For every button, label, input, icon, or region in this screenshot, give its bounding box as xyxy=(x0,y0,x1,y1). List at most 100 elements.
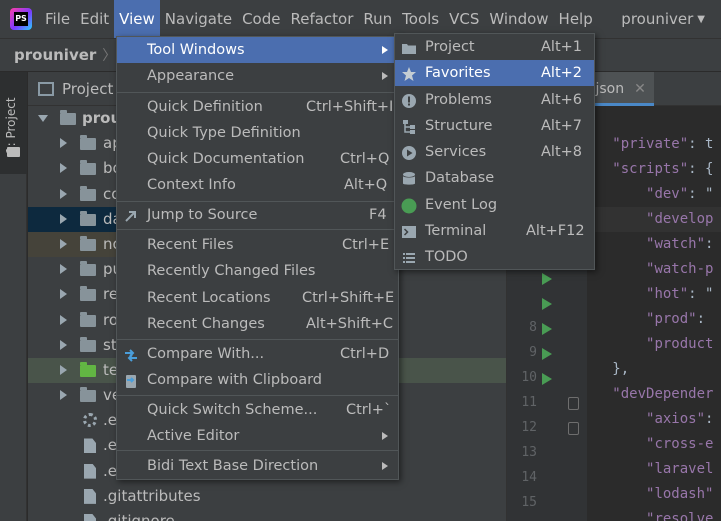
menu-item-label: Compare With... xyxy=(147,346,265,362)
menu-item-active-editor[interactable]: Active Editor xyxy=(117,423,398,449)
run-icon[interactable] xyxy=(542,373,552,385)
menu-item-structure[interactable]: Structure Alt+7 xyxy=(395,113,594,139)
project-tool-tab[interactable]: 1: Project xyxy=(0,72,27,174)
json-key: "private" xyxy=(612,136,689,152)
chevron-right-icon[interactable] xyxy=(60,264,67,275)
chevron-right-icon[interactable] xyxy=(60,213,67,224)
menu-item-terminal[interactable]: Terminal Alt+F12 xyxy=(395,218,594,244)
menu-item-compare-with[interactable]: Compare With... Ctrl+D xyxy=(117,341,398,367)
chevron-right-icon[interactable] xyxy=(60,163,67,174)
menu-item-shortcut: Alt+Shift+C xyxy=(306,316,394,332)
menu-item-todo[interactable]: TODO xyxy=(395,244,594,270)
menu-item-appearance[interactable]: Appearance xyxy=(117,63,398,89)
menu-item-jump-to-source[interactable]: Jump to Source F4 xyxy=(117,202,398,228)
menu-item-quick-switch-scheme[interactable]: Quick Switch Scheme... Ctrl+` xyxy=(117,397,398,423)
code-line: "watch": xyxy=(587,232,721,257)
settings-file-icon xyxy=(83,413,97,428)
chevron-right-icon[interactable] xyxy=(60,339,67,350)
chevron-right-icon[interactable] xyxy=(60,138,67,149)
chevron-right-icon[interactable] xyxy=(60,314,67,325)
folder-icon xyxy=(80,387,96,403)
menu-view[interactable]: View xyxy=(114,0,160,38)
run-icon[interactable] xyxy=(542,348,552,360)
menu-item-project[interactable]: Project Alt+1 xyxy=(395,34,594,60)
menu-item-event-log[interactable]: Event Log xyxy=(395,192,594,218)
menu-item-quick-definition[interactable]: Quick Definition Ctrl+Shift+I xyxy=(117,94,398,120)
logo-text: PS xyxy=(14,12,28,26)
menu-separator xyxy=(117,339,398,340)
menu-item-favorites[interactable]: Favorites Alt+2 xyxy=(395,60,594,86)
menu-item-bidi-text-base-direction[interactable]: Bidi Text Base Direction xyxy=(117,453,398,479)
menu-item-recent-files[interactable]: Recent Files Ctrl+E xyxy=(117,232,398,258)
line-number: 11 xyxy=(521,395,537,410)
menu-item-context-info[interactable]: Context Info Alt+Q xyxy=(117,172,398,198)
project-switcher[interactable]: prouniver ▼ xyxy=(621,10,721,28)
menu-item-label: Database xyxy=(425,170,495,186)
menu-item-recent-locations[interactable]: Recent Locations Ctrl+Shift+E xyxy=(117,285,398,311)
menu-separator xyxy=(117,395,398,396)
menu-item-label: Event Log xyxy=(425,197,498,213)
menu-item-label: Quick Switch Scheme... xyxy=(147,402,318,418)
json-rest: : xyxy=(696,311,706,327)
editor-tab-label: .json xyxy=(591,81,625,97)
menu-item-shortcut: Alt+8 xyxy=(541,144,583,160)
menu-item-label: Compare with Clipboard xyxy=(147,372,323,388)
menu-separator xyxy=(117,229,398,230)
menu-item-services[interactable]: Services Alt+8 xyxy=(395,139,594,165)
tree-row[interactable]: .gitignore xyxy=(28,509,506,521)
star-icon xyxy=(401,65,417,81)
menu-file[interactable]: File xyxy=(40,0,75,38)
menu-item-quick-documentation[interactable]: Quick Documentation Ctrl+Q xyxy=(117,146,398,172)
run-icon[interactable] xyxy=(542,273,552,285)
json-rest: : " xyxy=(688,186,714,202)
json-rest: : xyxy=(705,411,714,427)
menu-item-label: Quick Type Definition xyxy=(147,125,301,141)
fold-marker-icon[interactable] xyxy=(568,397,579,410)
tool-window-stripe: 1: Project xyxy=(0,72,27,521)
menu-item-tool-windows[interactable]: Tool Windows xyxy=(117,37,398,63)
folder-icon xyxy=(7,147,20,157)
menu-item-label: Recently Changed Files xyxy=(147,263,316,279)
menu-run[interactable]: Run xyxy=(358,0,397,38)
close-icon[interactable]: ✕ xyxy=(634,81,646,97)
tree-label: .e xyxy=(103,461,117,480)
code-line: "private": t xyxy=(587,132,721,157)
menu-refactor[interactable]: Refactor xyxy=(285,0,358,38)
line-number: 15 xyxy=(521,495,537,510)
json-key: "scripts" xyxy=(612,161,689,177)
menu-navigate[interactable]: Navigate xyxy=(160,0,237,38)
chevron-right-icon[interactable] xyxy=(60,238,67,249)
run-icon[interactable] xyxy=(542,298,552,310)
chevron-right-icon[interactable] xyxy=(60,188,67,199)
menu-item-database[interactable]: Database xyxy=(395,165,594,191)
breadcrumb-root[interactable]: prouniver xyxy=(0,46,96,64)
chevron-right-icon[interactable] xyxy=(60,289,67,300)
menu-item-recent-changes[interactable]: Recent Changes Alt+Shift+C xyxy=(117,311,398,337)
chevron-right-icon[interactable] xyxy=(60,364,67,375)
services-icon xyxy=(401,144,417,160)
tree-row[interactable]: .gitattributes xyxy=(28,484,506,509)
run-icon[interactable] xyxy=(542,323,552,335)
json-rest: : t xyxy=(688,136,714,152)
tree-label: .e xyxy=(103,436,117,455)
json-rest: : xyxy=(705,236,714,252)
menu-item-compare-with-clipboard[interactable]: Compare with Clipboard xyxy=(117,367,398,393)
menu-item-quick-type-definition[interactable]: Quick Type Definition xyxy=(117,120,398,146)
submenu-arrow-icon xyxy=(382,432,388,440)
chevron-down-icon[interactable] xyxy=(38,115,48,122)
menu-item-problems[interactable]: Problems Alt+6 xyxy=(395,87,594,113)
project-view-icon xyxy=(38,81,54,96)
chevron-down-icon: ▼ xyxy=(697,13,705,25)
fold-marker-icon[interactable] xyxy=(568,422,579,435)
menu-edit[interactable]: Edit xyxy=(75,0,114,38)
json-key: "watch-p xyxy=(646,261,714,277)
menu-item-label: Favorites xyxy=(425,65,491,81)
menu-item-recently-changed-files[interactable]: Recently Changed Files xyxy=(117,258,398,284)
view-menu: Tool Windows Appearance Quick Definition… xyxy=(116,36,399,480)
code-view[interactable]: "private": t "scripts": { "dev": " "deve… xyxy=(587,106,721,521)
menu-code[interactable]: Code xyxy=(237,0,285,38)
project-panel-title[interactable]: Project xyxy=(62,80,113,98)
tree-label: st xyxy=(103,335,117,354)
menu-separator xyxy=(117,450,398,451)
chevron-right-icon[interactable] xyxy=(60,390,67,401)
